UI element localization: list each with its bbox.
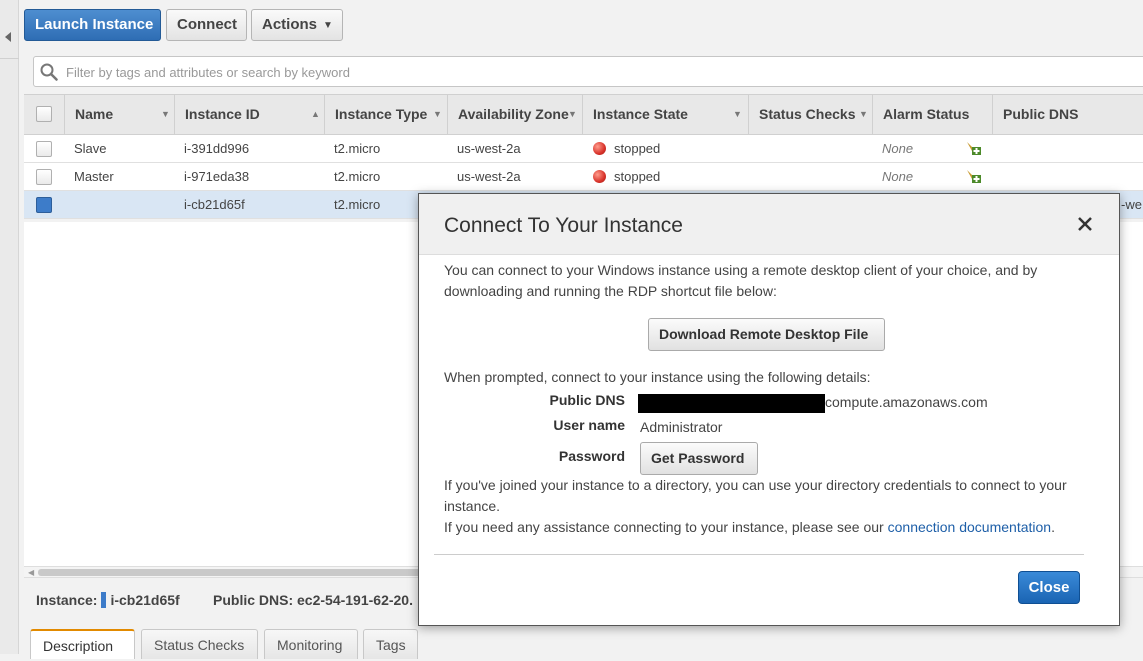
select-all-checkbox[interactable] bbox=[36, 106, 52, 122]
cell-name: Master bbox=[74, 169, 114, 184]
selected-marker bbox=[101, 592, 107, 608]
sort-asc-icon: ▲ bbox=[311, 109, 320, 119]
scroll-left-icon[interactable]: ◀ bbox=[28, 568, 34, 577]
assistance-text: If you need any assistance connecting to… bbox=[444, 519, 1055, 535]
stopped-state-icon bbox=[593, 142, 606, 155]
user-name-label: User name bbox=[553, 417, 625, 433]
column-header-instance-id[interactable]: Instance ID ▲ bbox=[174, 95, 324, 135]
modal-header: Connect To Your Instance bbox=[419, 194, 1119, 255]
intro-text: You can connect to your Windows instance… bbox=[444, 262, 1038, 299]
column-header-name[interactable]: Name ▼ bbox=[64, 95, 174, 135]
left-nav-strip bbox=[0, 0, 19, 654]
sort-icon: ▼ bbox=[568, 109, 577, 119]
row-checkbox[interactable] bbox=[36, 141, 52, 157]
sort-icon: ▼ bbox=[161, 109, 170, 119]
divider bbox=[434, 554, 1084, 555]
collapse-left-icon[interactable] bbox=[5, 32, 11, 42]
public-dns-value: compute.amazonaws.com bbox=[825, 394, 988, 410]
column-header-status-checks[interactable]: Status Checks ▼ bbox=[748, 95, 872, 135]
cell-instance-id: i-cb21d65f bbox=[184, 197, 245, 212]
column-header-public-dns[interactable]: Public DNS bbox=[992, 95, 1143, 135]
column-header-alarm-status[interactable]: Alarm Status bbox=[872, 95, 992, 135]
tab-monitoring[interactable]: Monitoring bbox=[264, 629, 358, 659]
cell-alarm-status: None bbox=[882, 169, 914, 184]
connect-instance-modal: Connect To Your Instance You can connect… bbox=[418, 193, 1120, 626]
cell-instance-state: stopped bbox=[593, 135, 660, 163]
instance-label: Instance: i-cb21d65f bbox=[36, 592, 180, 608]
cell-instance-state: stopped bbox=[593, 163, 660, 191]
tab-description[interactable]: Description bbox=[30, 629, 135, 659]
row-checkbox[interactable] bbox=[36, 197, 52, 213]
launch-instance-button[interactable]: Launch Instance bbox=[24, 9, 161, 41]
table-header: Name ▼ Instance ID ▲ Instance Type ▼ Ava… bbox=[24, 94, 1143, 135]
cell-instance-type: t2.micro bbox=[334, 169, 381, 184]
sort-icon: ▼ bbox=[859, 109, 868, 119]
connect-button[interactable]: Connect bbox=[166, 9, 247, 41]
sort-icon: ▼ bbox=[733, 109, 742, 119]
cell-instance-type: t2.micro bbox=[334, 141, 381, 156]
tab-tags[interactable]: Tags bbox=[363, 629, 418, 659]
cell-alarm-status: None bbox=[882, 141, 914, 156]
public-dns-label: Public DNS: ec2-54-191-62-20. bbox=[213, 592, 413, 608]
actions-label: Actions bbox=[262, 16, 318, 33]
connection-documentation-link[interactable]: connection documentation bbox=[888, 519, 1051, 535]
chevron-down-icon: ▼ bbox=[323, 20, 333, 31]
search-icon bbox=[40, 63, 58, 81]
modal-title: Connect To Your Instance bbox=[444, 214, 683, 237]
tab-status-checks[interactable]: Status Checks bbox=[141, 629, 258, 659]
column-header-instance-type[interactable]: Instance Type ▼ bbox=[324, 95, 447, 135]
cell-name: Slave bbox=[74, 141, 107, 156]
get-password-button[interactable]: Get Password bbox=[640, 442, 758, 475]
column-header-instance-state[interactable]: Instance State ▼ bbox=[582, 95, 748, 135]
sort-icon: ▼ bbox=[433, 109, 442, 119]
divider bbox=[0, 58, 19, 59]
user-name-value: Administrator bbox=[640, 419, 723, 435]
prompt-text: When prompted, connect to your instance … bbox=[444, 369, 871, 385]
cell-availability-zone: us-west-2a bbox=[457, 141, 521, 156]
close-icon[interactable] bbox=[1076, 215, 1094, 233]
table-row[interactable]: Slave i-391dd996 t2.micro us-west-2a sto… bbox=[24, 135, 1143, 163]
cell-instance-id: i-391dd996 bbox=[184, 141, 250, 156]
cell-instance-type: t2.micro bbox=[334, 197, 381, 212]
row-checkbox[interactable] bbox=[36, 169, 52, 185]
public-dns-field-label: Public DNS bbox=[549, 392, 625, 408]
table-row[interactable]: Master i-971eda38 t2.micro us-west-2a st… bbox=[24, 163, 1143, 191]
column-header-availability-zone[interactable]: Availability Zone ▼ bbox=[447, 95, 582, 135]
actions-dropdown[interactable]: Actions ▼ bbox=[251, 9, 343, 41]
close-button[interactable]: Close bbox=[1018, 571, 1080, 604]
cell-instance-id: i-971eda38 bbox=[184, 169, 250, 184]
password-label: Password bbox=[558, 448, 625, 464]
redacted-dns bbox=[638, 394, 825, 413]
filter-search-bar bbox=[33, 56, 1143, 87]
search-input[interactable] bbox=[64, 61, 764, 83]
cell-availability-zone: us-west-2a bbox=[457, 169, 521, 184]
stopped-state-icon bbox=[593, 170, 606, 183]
directory-text: If you've joined your instance to a dire… bbox=[444, 477, 1067, 514]
cell-public-dns: -we bbox=[1121, 197, 1142, 212]
download-rdp-button[interactable]: Download Remote Desktop File bbox=[648, 318, 885, 351]
